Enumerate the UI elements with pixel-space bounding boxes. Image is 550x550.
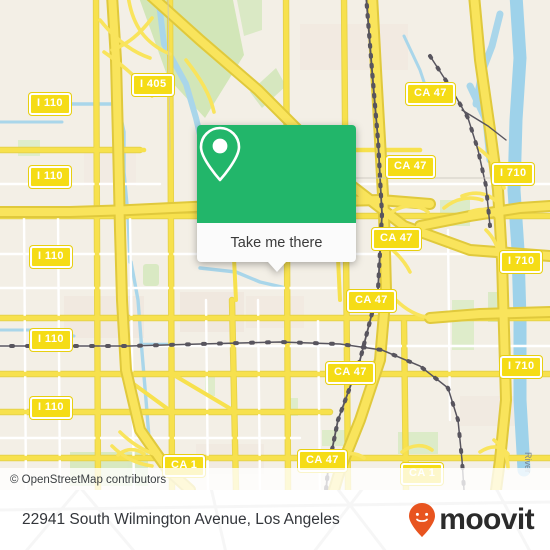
osm-attribution[interactable]: © OpenStreetMap contributors xyxy=(10,474,166,486)
map-attribution-strip: © OpenStreetMap contributors xyxy=(0,468,550,490)
moovit-map-screenshot: I 405 I 110 CA 47 I 110 CA 47 I 710 I 110 CA 47… xyxy=(0,0,550,550)
highway-shield: I 110 xyxy=(30,397,72,419)
take-me-there-label: Take me there xyxy=(230,234,323,251)
highway-shield: I 405 xyxy=(132,74,175,96)
moovit-pin-icon xyxy=(409,503,436,537)
highway-shield: CA 47 xyxy=(406,83,455,105)
popup-pointer-tail xyxy=(267,262,286,272)
highway-shield: I 710 xyxy=(492,163,535,185)
highway-shield: CA 47 xyxy=(326,362,375,384)
take-me-there-popup[interactable]: Take me there xyxy=(197,125,356,272)
highway-shield: I 110 xyxy=(30,246,72,268)
highway-shield: I 110 xyxy=(29,93,71,115)
highway-shield: I 110 xyxy=(29,166,71,188)
highway-shield: CA 47 xyxy=(347,290,396,312)
highway-shield: I 110 xyxy=(30,329,72,351)
highway-shield: I 710 xyxy=(500,356,543,378)
address-text: 22941 South Wilmington Avenue, Los Angel… xyxy=(22,511,340,528)
popup-header xyxy=(197,125,356,223)
highway-shield: CA 47 xyxy=(372,228,421,250)
highway-shield: I 710 xyxy=(500,251,543,273)
popup-action-row[interactable]: Take me there xyxy=(197,223,356,262)
map-canvas[interactable]: I 405 I 110 CA 47 I 110 CA 47 I 710 I 110 CA 47… xyxy=(0,0,550,490)
footer-bar: 22941 South Wilmington Avenue, Los Angel… xyxy=(0,490,550,550)
highway-shield: CA 47 xyxy=(386,156,435,178)
map-pin-icon xyxy=(199,126,241,182)
moovit-logo[interactable]: moovit xyxy=(407,502,535,538)
moovit-wordmark: moovit xyxy=(439,503,534,536)
